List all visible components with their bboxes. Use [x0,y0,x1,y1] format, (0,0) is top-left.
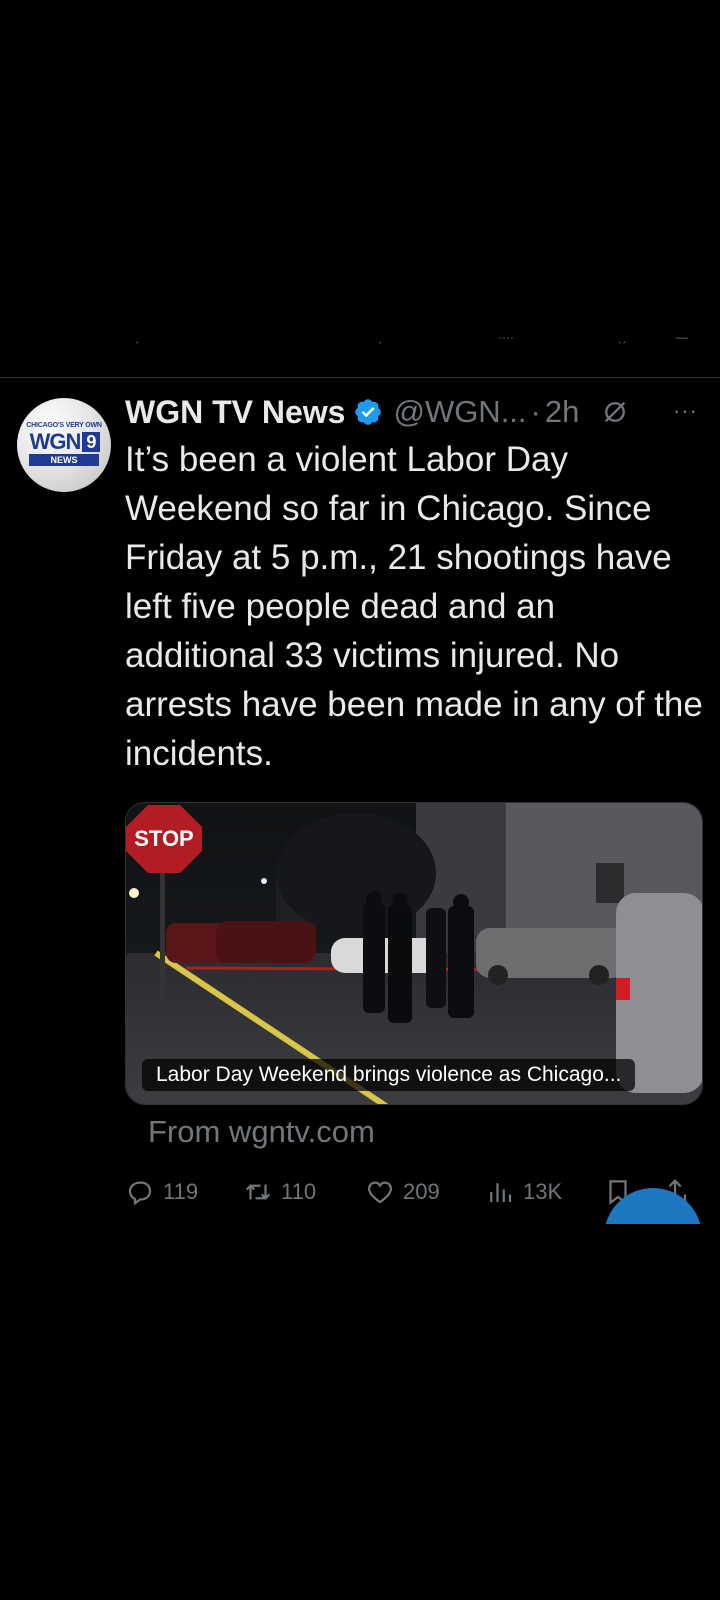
like-button[interactable]: 209 [365,1170,440,1214]
header-separator: · [530,394,541,429]
previous-reply-icon[interactable]: ˏ [135,330,139,350]
previous-views-icon[interactable]: ···· [498,330,514,350]
tweet-timestamp[interactable]: 2h [545,394,579,430]
display-name[interactable]: WGN TV News [125,394,345,431]
link-card[interactable]: STOP Labor Day Weekend brings violence a… [125,802,703,1105]
avatar-logo: WGN 9 [22,429,108,454]
repost-button[interactable]: 110 [243,1170,316,1214]
previous-share-icon[interactable]: — [676,330,688,350]
repost-icon [245,1184,271,1200]
previous-tweet-action-strip: ˏ ˏ ···· ˎˏ — [0,330,720,378]
tweet-header: WGN TV News @WGN... · 2h ··· [125,392,705,432]
avatar-channel-number: 9 [82,432,101,452]
views-count: 13K [523,1179,563,1204]
tweet-text: It’s been a violent Labor Day Weekend so… [125,440,703,773]
like-count: 209 [403,1179,440,1204]
user-handle[interactable]: @WGN... [393,394,526,430]
avatar-tagline: CHICAGO'S VERY OWN [26,422,102,429]
avatar[interactable]: CHICAGO'S VERY OWN WGN 9 NEWS [17,398,111,492]
reply-count: 119 [163,1179,199,1204]
card-caption: Labor Day Weekend brings violence as Chi… [142,1059,636,1091]
repost-count: 110 [281,1179,317,1204]
previous-like-icon[interactable]: ˏ [378,330,382,350]
avatar-logo-text: WGN [29,429,82,454]
views-icon [490,1183,512,1202]
fab-clip-region [560,1224,720,1304]
stop-sign-text: STOP [134,826,194,851]
reply-button[interactable]: 119 [125,1170,198,1214]
views-button[interactable]: 13K [485,1170,562,1214]
tweet-divider [0,377,720,378]
like-icon [367,1181,393,1204]
verified-badge-icon [355,399,382,425]
avatar-news-label: NEWS [29,454,99,466]
more-icon[interactable]: ··· [673,398,698,424]
reply-icon [128,1181,152,1206]
grok-icon[interactable] [601,398,629,426]
card-source[interactable]: From wgntv.com [148,1114,375,1150]
previous-bookmark-icon[interactable]: ˎˏ [618,330,626,350]
